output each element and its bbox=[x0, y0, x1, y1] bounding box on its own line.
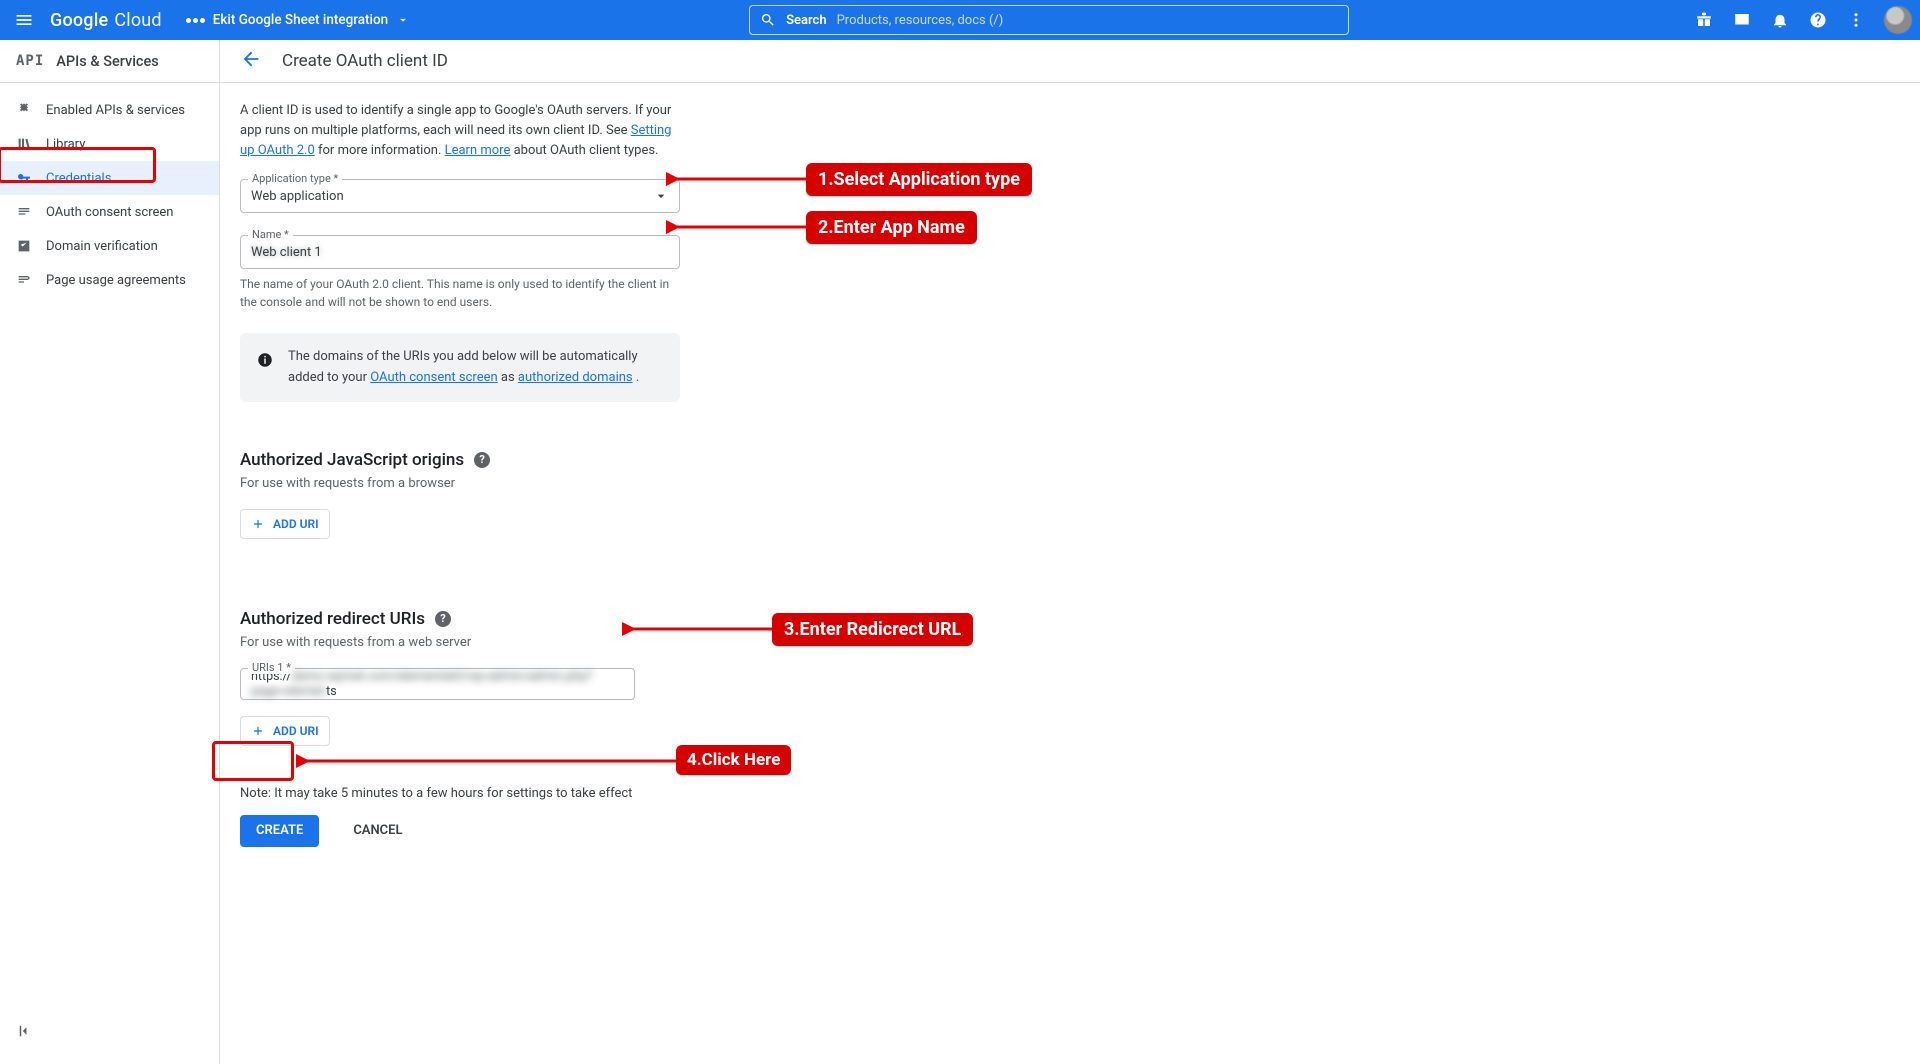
uri1-blur: demo.wpmet.com/elementskit/wp-admin/admi… bbox=[251, 669, 592, 699]
brand[interactable]: Google Cloud bbox=[50, 10, 162, 31]
sidebar-item-label: Enabled APIs & services bbox=[46, 103, 185, 118]
intro-part: about OAuth client types. bbox=[514, 143, 659, 158]
annotation-callout-2: 2.Enter App Name bbox=[806, 211, 977, 244]
annotation-callout-3: 3.Enter Redicrect URL bbox=[772, 613, 973, 646]
cancel-button[interactable]: CANCEL bbox=[337, 815, 418, 847]
uri1-input[interactable]: https://demo.wpmet.com/elementskit/wp-ad… bbox=[240, 668, 635, 700]
page-title: Create OAuth client ID bbox=[282, 51, 448, 71]
topbar: Google Cloud Ekit Google Sheet integrati… bbox=[0, 0, 1920, 40]
annotation-arrow-1 bbox=[666, 169, 806, 189]
info-part: as bbox=[501, 370, 518, 385]
annotation-frame-create bbox=[212, 741, 294, 781]
chevron-down-icon bbox=[653, 188, 669, 204]
info-icon bbox=[256, 351, 274, 376]
api-icon: API bbox=[16, 53, 44, 69]
uri1-field: URIs 1 * https://demo.wpmet.com/elements… bbox=[240, 668, 635, 700]
intro-text: A client ID is used to identify a single… bbox=[240, 101, 680, 161]
redirect-title: Authorized redirect URIs bbox=[240, 609, 425, 629]
add-uri-button-js[interactable]: ADD URI bbox=[240, 509, 330, 539]
back-arrow-icon[interactable] bbox=[240, 48, 262, 74]
hamburger-icon[interactable] bbox=[8, 4, 40, 36]
console-icon[interactable] bbox=[1726, 4, 1758, 36]
sidebar-item-label: OAuth consent screen bbox=[46, 205, 173, 220]
collapse-sidebar-icon[interactable] bbox=[16, 1022, 34, 1044]
annotation-callout-4: 4.Click Here bbox=[676, 745, 791, 775]
name-hint: The name of your OAuth 2.0 client. This … bbox=[240, 275, 680, 311]
application-type-label: Application type * bbox=[248, 172, 342, 185]
link-learn-more[interactable]: Learn more bbox=[445, 143, 511, 158]
search-input[interactable]: Search Products, resources, docs (/) bbox=[749, 5, 1349, 35]
sidebar-item-page[interactable]: Page usage agreements bbox=[0, 263, 219, 297]
redirect-heading: Authorized redirect URIs ? bbox=[240, 609, 1900, 629]
search-placeholder: Products, resources, docs (/) bbox=[837, 13, 1004, 28]
grid-icon bbox=[16, 102, 32, 118]
uri1-suffix: ts bbox=[326, 684, 337, 699]
consent-icon bbox=[16, 204, 32, 220]
help-icon[interactable]: ? bbox=[435, 611, 451, 627]
sidebar-item-enabled[interactable]: Enabled APIs & services bbox=[0, 93, 219, 127]
sidebar-item-library[interactable]: Library bbox=[0, 127, 219, 161]
link-authorized-domains[interactable]: authorized domains bbox=[518, 370, 633, 385]
create-button[interactable]: CREATE bbox=[240, 815, 319, 847]
project-name: Ekit Google Sheet integration bbox=[213, 12, 388, 28]
application-type-value: Web application bbox=[251, 189, 344, 204]
js-origins-title: Authorized JavaScript origins bbox=[240, 450, 464, 470]
add-uri-button-redirect[interactable]: ADD URI bbox=[240, 716, 330, 746]
sidebar-item-credentials[interactable]: Credentials bbox=[0, 161, 219, 195]
name-value: Web client 1 bbox=[251, 245, 322, 260]
js-origins-sub: For use with requests from a browser bbox=[240, 476, 1900, 491]
sidebar-item-label: Domain verification bbox=[46, 239, 158, 254]
chevron-down-icon bbox=[396, 13, 410, 27]
bell-icon[interactable] bbox=[1764, 4, 1796, 36]
sidebar-header: API APIs & Services bbox=[0, 40, 219, 83]
js-origins-heading: Authorized JavaScript origins ? bbox=[240, 450, 1900, 470]
redirect-sub: For use with requests from a web server bbox=[240, 635, 1900, 650]
info-box: The domains of the URIs you add below wi… bbox=[240, 333, 680, 401]
sidebar-item-consent[interactable]: OAuth consent screen bbox=[0, 195, 219, 229]
more-vert-icon[interactable] bbox=[1840, 4, 1872, 36]
annotation-callout-1: 1.Select Application type bbox=[806, 163, 1032, 196]
name-field: Name * Web client 1 bbox=[240, 235, 680, 269]
project-picker[interactable]: Ekit Google Sheet integration bbox=[186, 12, 410, 28]
domain-icon bbox=[16, 238, 32, 254]
uri1-label: URIs 1 * bbox=[248, 661, 295, 674]
add-uri-label: ADD URI bbox=[273, 724, 319, 738]
intro-part: A client ID is used to identify a single… bbox=[240, 103, 671, 138]
annotation-arrow-4 bbox=[296, 751, 676, 771]
sidebar-item-label: Library bbox=[46, 137, 85, 152]
plus-icon bbox=[251, 517, 265, 531]
sidebar-item-label: Page usage agreements bbox=[46, 273, 186, 288]
avatar[interactable] bbox=[1884, 6, 1912, 34]
project-dots-icon bbox=[186, 18, 205, 23]
info-part: . bbox=[636, 370, 639, 385]
brand-cloud: Cloud bbox=[114, 10, 161, 31]
uri1-value: https://demo.wpmet.com/elementskit/wp-ad… bbox=[251, 669, 624, 699]
name-label: Name * bbox=[248, 228, 293, 241]
search-icon bbox=[760, 12, 776, 28]
search-label: Search bbox=[786, 13, 827, 28]
intro-part: for more information. bbox=[318, 143, 445, 158]
add-uri-label: ADD URI bbox=[273, 517, 319, 531]
plus-icon bbox=[251, 724, 265, 738]
gift-icon[interactable] bbox=[1688, 4, 1720, 36]
link-consent-screen[interactable]: OAuth consent screen bbox=[370, 370, 497, 385]
key-icon bbox=[16, 170, 32, 186]
help-icon[interactable] bbox=[1802, 4, 1834, 36]
help-icon[interactable]: ? bbox=[474, 452, 490, 468]
sidebar-item-label: Credentials bbox=[46, 171, 111, 186]
library-icon bbox=[16, 136, 32, 152]
annotation-arrow-2 bbox=[666, 217, 806, 237]
application-type-field: Application type * Web application bbox=[240, 179, 680, 213]
page-icon bbox=[16, 272, 32, 288]
brand-google: Google bbox=[50, 10, 108, 31]
sidebar: API APIs & Services Enabled APIs & servi… bbox=[0, 40, 220, 1064]
sidebar-item-domain[interactable]: Domain verification bbox=[0, 229, 219, 263]
note-text: Note: It may take 5 minutes to a few hou… bbox=[240, 786, 1900, 801]
name-input[interactable]: Web client 1 bbox=[240, 235, 680, 269]
sidebar-title: APIs & Services bbox=[56, 53, 158, 70]
page-header: Create OAuth client ID bbox=[220, 40, 1920, 83]
